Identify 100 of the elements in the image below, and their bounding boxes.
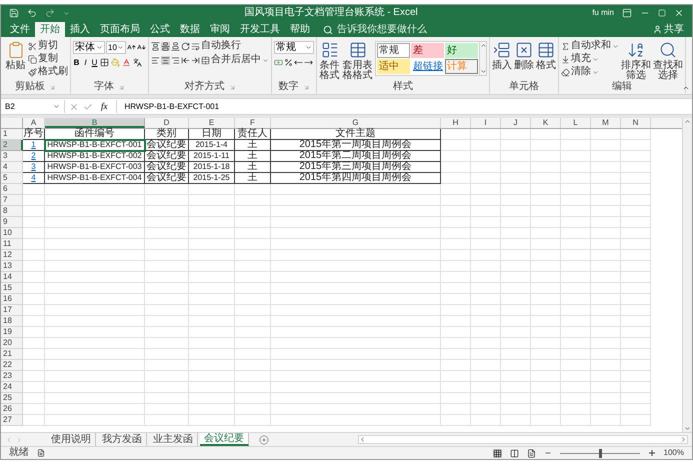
grow-font-icon[interactable]	[127, 43, 136, 52]
ribbon-tab[interactable]: 文件	[5, 22, 35, 37]
column-header[interactable]: L	[561, 118, 591, 128]
undo-icon[interactable]	[27, 8, 37, 18]
column-header[interactable]: H	[441, 118, 471, 128]
increase-indent-icon[interactable]	[191, 56, 200, 64]
sort-filter-button[interactable]: 排序和筛选	[621, 41, 651, 81]
tell-me-field[interactable]: 告诉我你想要做什么	[323, 22, 447, 37]
delete-button[interactable]: 删除	[514, 41, 534, 71]
cell-style[interactable]: 适中	[377, 59, 410, 74]
zoom-thumb[interactable]	[598, 448, 602, 458]
column-header[interactable]: B	[45, 118, 145, 128]
row-header[interactable]: 21	[1, 349, 23, 360]
font-color-icon[interactable]	[122, 58, 131, 67]
bottom-align-icon[interactable]	[171, 42, 180, 50]
wrap-text-button[interactable]: 自动换行	[191, 41, 241, 51]
row-header[interactable]: 2	[1, 140, 23, 151]
gallery-up-icon[interactable]	[480, 42, 487, 49]
horizontal-scrollbar[interactable]	[358, 435, 688, 444]
dialog-launcher-icon[interactable]	[302, 84, 310, 90]
row-header[interactable]: 25	[1, 393, 23, 404]
cell-style[interactable]: 好	[445, 43, 478, 58]
banknote-icon[interactable]	[274, 58, 283, 67]
ribbon-tab[interactable]: 开发工具	[235, 22, 285, 37]
row-header[interactable]: 13	[1, 261, 23, 272]
decrease-indent-icon[interactable]	[181, 56, 190, 64]
align-center-icon[interactable]	[161, 56, 170, 64]
save-icon[interactable]	[9, 8, 19, 18]
row-header[interactable]: 5	[1, 173, 23, 184]
redo-icon[interactable]	[45, 8, 55, 18]
percent-icon[interactable]	[284, 58, 293, 67]
row-header[interactable]: 19	[1, 327, 23, 338]
fill-button[interactable]: 填充	[561, 54, 619, 64]
copy-button[interactable]: 复制	[28, 54, 68, 64]
row-header[interactable]: 15	[1, 283, 23, 294]
merge-center-button[interactable]: 合并后居中	[201, 55, 269, 65]
row-header[interactable]: 27	[1, 415, 23, 426]
cell-style[interactable]: 差	[411, 43, 444, 58]
paste-button[interactable]: 粘贴	[5, 41, 26, 71]
bold-button[interactable]: B	[73, 58, 80, 66]
cell-style[interactable]: 常规	[377, 43, 410, 58]
row-header[interactable]: 10	[1, 228, 23, 239]
row-header[interactable]: 3	[1, 151, 23, 162]
row-header[interactable]: 24	[1, 382, 23, 393]
normal-view-icon[interactable]	[492, 448, 502, 458]
cell-style[interactable]: 超链接	[411, 59, 444, 74]
orientation-icon[interactable]	[181, 42, 190, 50]
column-header[interactable]: J	[501, 118, 531, 128]
maximize-icon[interactable]	[658, 9, 666, 17]
row-header[interactable]: 16	[1, 294, 23, 305]
align-left-icon[interactable]	[151, 56, 160, 64]
row-header[interactable]: 9	[1, 217, 23, 228]
ribbon-display-icon[interactable]	[622, 8, 632, 18]
row-header[interactable]: 18	[1, 316, 23, 327]
align-right-icon[interactable]	[171, 56, 180, 64]
column-header[interactable]: M	[591, 118, 621, 128]
dialog-launcher-icon[interactable]	[118, 84, 125, 90]
italic-button[interactable]: I	[82, 58, 89, 66]
page-break-icon[interactable]	[526, 448, 536, 458]
underline-button[interactable]: U	[91, 58, 98, 66]
row-header[interactable]: 23	[1, 371, 23, 382]
insert-function-button[interactable]: fx	[97, 102, 112, 111]
column-header[interactable]: N	[621, 118, 651, 128]
row-header[interactable]: 4	[1, 162, 23, 173]
row-header[interactable]: 8	[1, 206, 23, 217]
format-button[interactable]: 格式	[536, 41, 556, 71]
phonetic-icon[interactable]	[133, 58, 142, 67]
ribbon-tab[interactable]: 帮助	[285, 22, 315, 37]
row-header[interactable]: 11	[1, 239, 23, 250]
conditional-formatting-button[interactable]: 条件格式	[319, 41, 340, 81]
insert-button[interactable]: 插入	[492, 41, 512, 71]
row-header[interactable]: 17	[1, 305, 23, 316]
column-header[interactable]: G	[271, 118, 441, 128]
zoom-slider[interactable]	[560, 448, 640, 458]
page-layout-icon[interactable]	[510, 448, 519, 458]
name-box[interactable]: B2	[5, 100, 65, 113]
fill-color-icon[interactable]	[111, 58, 120, 67]
row-header[interactable]: 7	[1, 195, 23, 206]
dialog-launcher-icon[interactable]	[228, 84, 236, 90]
column-header[interactable]: E	[189, 118, 235, 128]
increase-decimal-icon[interactable]	[294, 58, 303, 67]
autosum-button[interactable]: 自动求和	[561, 41, 619, 51]
column-header[interactable]: D	[145, 118, 189, 128]
row-header[interactable]: 26	[1, 404, 23, 415]
scroll-down-icon[interactable]	[684, 425, 691, 432]
vertical-scrollbar[interactable]	[682, 118, 692, 432]
row-header[interactable]: 20	[1, 338, 23, 349]
find-select-button[interactable]: 查找和选择	[653, 41, 683, 81]
formula-field[interactable]: HRWSP-B1-B-EXFCT-001	[116, 100, 688, 113]
top-align-icon[interactable]	[151, 42, 160, 50]
ribbon-tab[interactable]: 公式	[145, 22, 175, 37]
row-header[interactable]: 12	[1, 250, 23, 261]
column-header[interactable]: I	[471, 118, 501, 128]
customize-toolbar-icon[interactable]	[63, 10, 70, 16]
scroll-right-icon[interactable]	[680, 436, 687, 443]
clear-button[interactable]: 清除	[561, 67, 619, 77]
new-sheet-icon[interactable]	[259, 434, 269, 444]
column-header[interactable]: K	[531, 118, 561, 128]
row-header[interactable]: 22	[1, 360, 23, 371]
format-as-table-button[interactable]: 套用表格格式	[342, 41, 373, 81]
